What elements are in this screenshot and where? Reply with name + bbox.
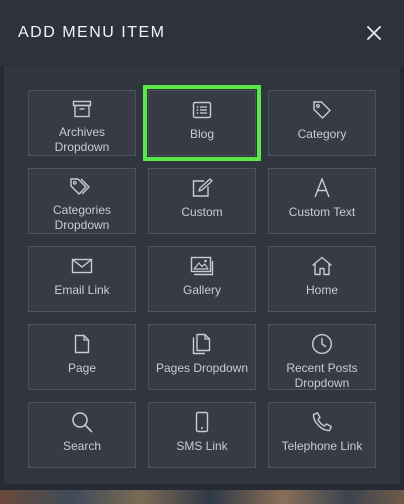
menu-item-grid: Archives Dropdown Blog Category Categori…	[4, 66, 400, 484]
menu-item-pages-dropdown[interactable]: Pages Dropdown	[148, 324, 256, 390]
menu-item-label: Blog	[189, 127, 215, 141]
menu-item-label: Email Link	[54, 283, 110, 297]
tag-icon	[313, 101, 331, 119]
images-icon	[190, 256, 214, 276]
menu-item-gallery[interactable]: Gallery	[148, 246, 256, 312]
menu-item-recent-posts-dropdown[interactable]: Recent Posts Dropdown	[268, 324, 376, 390]
add-menu-item-modal: ADD MENU ITEM Archives Dropdown Blog Cat…	[0, 0, 404, 490]
files-icon	[192, 333, 211, 355]
menu-item-label: Archives Dropdown	[54, 125, 110, 154]
menu-item-label: Custom Text	[288, 205, 356, 219]
menu-item-label: Categories Dropdown	[52, 203, 112, 232]
modal-header: ADD MENU ITEM	[0, 0, 404, 66]
menu-item-categories-dropdown[interactable]: Categories Dropdown	[28, 168, 136, 234]
telephone-icon	[312, 412, 332, 432]
menu-item-search[interactable]: Search	[28, 402, 136, 468]
menu-item-label: Home	[305, 283, 338, 297]
close-icon	[367, 26, 381, 40]
menu-item-custom[interactable]: Custom	[148, 168, 256, 234]
menu-item-label: Recent Posts Dropdown	[286, 361, 358, 390]
menu-item-label: Telephone Link	[281, 439, 363, 453]
menu-item-blog[interactable]: Blog	[143, 85, 261, 161]
menu-item-page[interactable]: Page	[28, 324, 136, 390]
search-icon	[72, 412, 93, 433]
menu-item-label: Category	[297, 127, 347, 141]
list-document-icon	[192, 101, 212, 119]
archive-box-icon	[72, 100, 92, 118]
menu-item-email-link[interactable]: Email Link	[28, 246, 136, 312]
menu-item-telephone-link[interactable]: Telephone Link	[268, 402, 376, 468]
edit-square-icon	[192, 178, 213, 197]
menu-item-label: Gallery	[182, 283, 221, 297]
menu-item-sms-link[interactable]: SMS Link	[148, 402, 256, 468]
file-icon	[74, 334, 90, 354]
clock-icon	[311, 333, 333, 355]
envelope-icon	[71, 258, 93, 274]
menu-item-archives-dropdown[interactable]: Archives Dropdown	[28, 90, 136, 156]
tags-icon	[70, 178, 90, 195]
mobile-phone-icon	[195, 411, 209, 433]
menu-item-label: Page	[67, 361, 97, 375]
letter-a-icon	[314, 178, 330, 198]
home-icon	[312, 256, 332, 276]
modal-title: ADD MENU ITEM	[18, 24, 166, 41]
menu-item-category[interactable]: Category	[268, 90, 376, 156]
menu-item-home[interactable]: Home	[268, 246, 376, 312]
menu-item-label: SMS Link	[176, 439, 228, 453]
menu-item-label: Custom	[181, 205, 223, 219]
menu-item-custom-text[interactable]: Custom Text	[268, 168, 376, 234]
menu-item-label: Search	[62, 439, 102, 453]
close-button[interactable]	[362, 22, 386, 44]
menu-item-label: Pages Dropdown	[155, 361, 249, 375]
